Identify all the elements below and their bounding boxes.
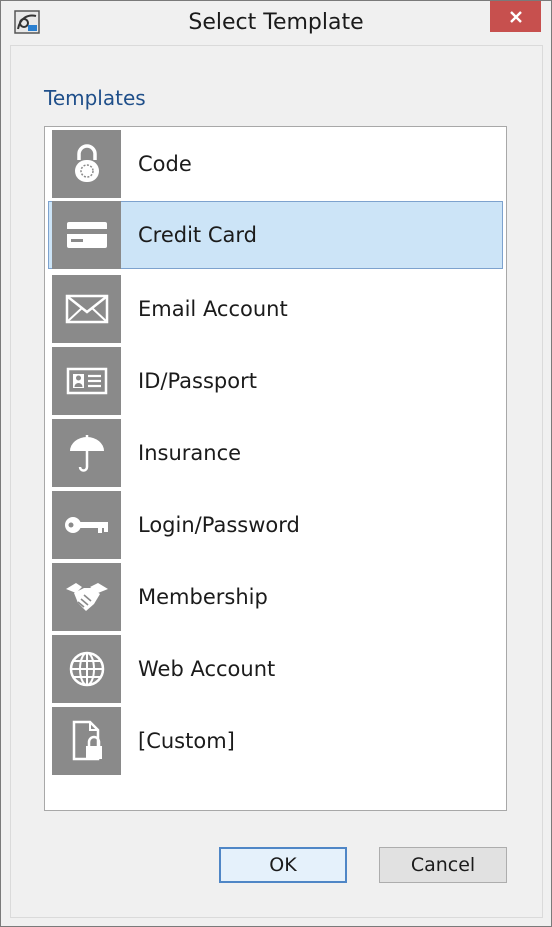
select-template-dialog: Select Template Templates Code Credit Ca… <box>0 0 552 927</box>
padlock-icon <box>52 130 121 198</box>
template-label: ID/Passport <box>138 369 257 393</box>
template-item-insurance[interactable]: Insurance <box>48 419 503 487</box>
id-card-icon <box>52 347 121 415</box>
template-item-login-password[interactable]: Login/Password <box>48 491 503 559</box>
template-item-credit-card[interactable]: Credit Card <box>48 201 503 269</box>
title-bar: Select Template <box>1 1 551 45</box>
template-item-membership[interactable]: Membership <box>48 563 503 631</box>
template-label: Email Account <box>138 297 288 321</box>
template-label: Credit Card <box>138 223 257 247</box>
template-label: [Custom] <box>138 729 235 753</box>
close-button[interactable] <box>490 1 541 32</box>
cancel-button[interactable]: Cancel <box>379 847 507 883</box>
template-item-email-account[interactable]: Email Account <box>48 275 503 343</box>
credit-card-icon <box>52 201 121 269</box>
template-item-id-passport[interactable]: ID/Passport <box>48 347 503 415</box>
dialog-body: Templates Code Credit Card Email Account… <box>10 45 543 918</box>
document-lock-icon <box>52 707 121 775</box>
template-label: Code <box>138 152 192 176</box>
envelope-icon <box>52 275 121 343</box>
template-item-custom[interactable]: [Custom] <box>48 707 503 775</box>
handshake-icon <box>52 563 121 631</box>
template-label: Membership <box>138 585 268 609</box>
globe-icon <box>52 635 121 703</box>
template-label: Insurance <box>138 441 242 465</box>
template-label: Login/Password <box>138 513 300 537</box>
template-list[interactable]: Code Credit Card Email Account ID/Passpo… <box>44 126 507 811</box>
ok-button[interactable]: OK <box>219 847 347 883</box>
template-item-code[interactable]: Code <box>48 130 503 198</box>
window-title: Select Template <box>188 10 364 35</box>
template-label: Web Account <box>138 657 276 681</box>
key-icon <box>52 491 121 559</box>
umbrella-icon <box>52 419 121 487</box>
templates-heading: Templates <box>44 86 146 110</box>
close-icon <box>509 10 522 23</box>
template-item-web-account[interactable]: Web Account <box>48 635 503 703</box>
